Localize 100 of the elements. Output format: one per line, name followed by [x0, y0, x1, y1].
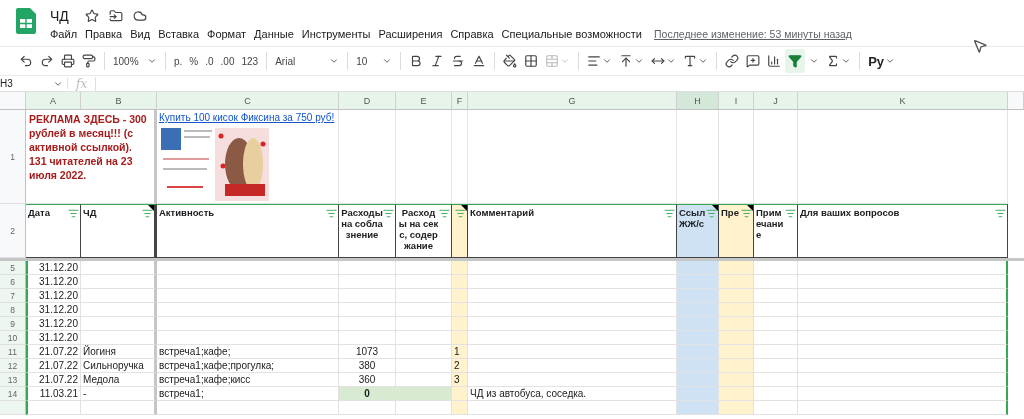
table-cell [754, 331, 798, 345]
header-cell: ЧД [81, 204, 157, 258]
number-format-button[interactable]: % [186, 49, 202, 73]
filter-icon[interactable] [455, 208, 466, 219]
table-cell [452, 261, 468, 275]
column-header[interactable]: D [339, 92, 396, 110]
borders-icon [524, 54, 539, 68]
table-cell [677, 261, 719, 275]
ad-link[interactable]: Купить 100 кисок Фиксина за 750 руб! [159, 112, 336, 123]
column-header[interactable]: K [798, 92, 1008, 110]
column-header[interactable]: F [452, 92, 468, 110]
table-cell [396, 331, 452, 345]
row-header[interactable]: 8 [0, 303, 26, 317]
table-cell [719, 331, 754, 345]
number-format-button[interactable]: 123 [238, 49, 262, 73]
table-cell [754, 317, 798, 331]
table-cell [677, 303, 719, 317]
header-cell: Примечание [754, 204, 798, 258]
menu-item[interactable]: Правка [81, 28, 127, 40]
font-size-select[interactable]: 10 [353, 49, 396, 73]
filter-icon[interactable] [68, 208, 79, 219]
table-cell: встреча1;кафе; [157, 345, 339, 359]
row-header[interactable]: 11 [0, 345, 26, 359]
filter-icon[interactable] [326, 208, 337, 219]
table-cell: 380 [339, 359, 396, 373]
last-edit-link[interactable]: Последнее изменение: 53 минуты назад [654, 28, 852, 40]
menu-item[interactable]: Вставка [154, 28, 203, 40]
table-cell [452, 387, 468, 401]
row-header[interactable]: 9 [0, 317, 26, 331]
cloud-icon[interactable] [132, 9, 147, 23]
table-cell: 31.12.20 [26, 261, 81, 275]
star-icon[interactable] [84, 9, 99, 23]
column-header[interactable]: E [396, 92, 452, 110]
menu-item[interactable]: Инструменты [297, 28, 375, 40]
table-cell [396, 387, 452, 401]
filter-icon[interactable] [706, 208, 717, 219]
filter-icon[interactable] [995, 208, 1006, 219]
table-cell [719, 317, 754, 331]
input-tools-button[interactable]: Ру [865, 49, 899, 73]
move-folder-icon[interactable] [108, 9, 123, 23]
table-cell [339, 401, 396, 415]
column-header[interactable]: G [468, 92, 677, 110]
filter-icon[interactable] [741, 208, 752, 219]
zoom-select[interactable]: 100% [110, 49, 160, 73]
filter-icon[interactable] [142, 208, 153, 219]
column-header[interactable]: C [157, 92, 339, 110]
printer-icon [61, 54, 75, 68]
column-header[interactable]: I [719, 92, 754, 110]
filter-icon[interactable] [785, 208, 796, 219]
table-cell [452, 289, 468, 303]
row-header[interactable]: 10 [0, 331, 26, 345]
column-header[interactable]: B [81, 92, 157, 110]
menu-item[interactable]: Формат [203, 28, 251, 40]
table-cell [396, 401, 452, 415]
table-cell [719, 373, 754, 387]
filter-button[interactable] [785, 49, 806, 73]
table-cell [719, 387, 754, 401]
filter-icon[interactable] [664, 208, 675, 219]
table-cell: - [81, 387, 157, 401]
column-header[interactable]: J [754, 92, 798, 110]
table-cell [719, 289, 754, 303]
row-header[interactable]: 13 [0, 373, 26, 387]
column-header[interactable]: A [26, 92, 81, 110]
row-header[interactable]: 6 [0, 275, 26, 289]
menu-item[interactable]: Справка [446, 28, 498, 40]
font-select[interactable]: Arial [272, 49, 343, 73]
row-header[interactable]: 14 [0, 387, 26, 401]
menu-item[interactable]: Данные [250, 28, 298, 40]
table-cell [677, 387, 719, 401]
document-title[interactable]: ЧД [50, 8, 69, 24]
table-cell: 21.07.22 [26, 345, 81, 359]
redo-icon [40, 54, 54, 68]
row-header[interactable]: 7 [0, 289, 26, 303]
menu-item[interactable]: Вид [126, 28, 155, 40]
row-header[interactable]: 2 [0, 204, 26, 258]
menu-item[interactable]: Расширения [374, 28, 447, 40]
number-format-button[interactable]: .00 [217, 49, 238, 73]
name-box[interactable]: H3 [0, 78, 68, 89]
menu-item[interactable]: Файл [46, 28, 82, 40]
bold-icon [409, 54, 424, 68]
italic-icon [430, 54, 445, 68]
table-cell: 3 [452, 373, 468, 387]
filter-icon[interactable] [383, 208, 394, 219]
menu-item[interactable]: Специальные возможности [497, 28, 646, 40]
row-header[interactable]: 1 [0, 110, 26, 204]
row-header[interactable]: 12 [0, 359, 26, 373]
column-header[interactable]: H [677, 92, 719, 110]
filter-icon[interactable] [439, 208, 450, 219]
table-cell: 2 [452, 359, 468, 373]
row-header[interactable]: 5 [0, 261, 26, 275]
table-cell [677, 317, 719, 331]
align-left-icon [587, 54, 602, 68]
table-cell [396, 317, 452, 331]
paint-bucket-icon [503, 54, 518, 68]
number-format-button[interactable]: .0 [202, 49, 217, 73]
number-format-button[interactable]: р. [171, 49, 186, 73]
chart-icon [767, 54, 782, 68]
merge-cells-icon [545, 54, 560, 68]
table-cell [677, 373, 719, 387]
caret-icon [382, 56, 393, 66]
